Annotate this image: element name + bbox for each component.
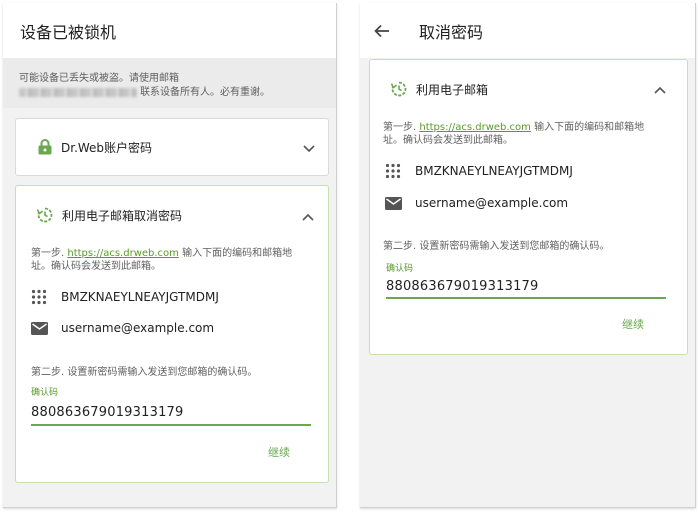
confirm-code-underline [31,424,311,426]
email-row: username@example.com [31,321,214,335]
keypad-icon [385,163,401,179]
empty-area [360,363,695,507]
lost-device-message: 可能设备已丢失或被盗。请使用邮箱 联系设备所有人。必有重谢。 [3,58,336,108]
acs-link[interactable]: https://acs.drweb.com [419,122,531,133]
email-card-label: 利用电子邮箱 [416,82,489,97]
continue-button[interactable]: 继续 [268,444,290,460]
email-card-header[interactable]: 利用电子邮箱取消密码 [16,186,328,244]
password-card[interactable]: Dr.Web账户密码 [15,118,329,176]
step-one-text: 第一步. https://acs.drweb.com 输入下面的编码和邮箱地 址… [31,247,321,273]
confirm-code-label: 确认码 [31,388,59,398]
mail-icon [385,196,402,210]
keypad-icon [31,289,47,305]
step-one-line-2: 址。确认码会发送到此邮箱。 [31,261,161,272]
lock-icon [38,139,52,155]
left-screen: 设备已被锁机 可能设备已丢失或被盗。请使用邮箱 联系设备所有人。必有重谢。 Dr… [3,3,337,508]
redacted-email [19,87,137,97]
step-one-line-2: 址。确认码会发送到此邮箱。 [383,135,513,146]
step-one-text: 第一步. https://acs.drweb.com 输入下面的编码和邮箱地 址… [383,121,678,147]
chevron-down-icon[interactable] [303,145,315,153]
code-row: BMZKNAEYLNEAYJGTMDMJ [31,289,219,305]
app-bar: 设备已被锁机 [3,3,336,58]
continue-button[interactable]: 继续 [622,316,644,332]
chevron-up-icon[interactable] [654,86,666,94]
page-title: 取消密码 [419,22,484,42]
mail-icon [31,321,48,335]
email-address: username@example.com [61,321,215,335]
code-row: BMZKNAEYLNEAYJGTMDMJ [385,163,573,179]
email-address: username@example.com [415,196,569,210]
confirm-code-input[interactable]: 880863679019313179 [31,405,183,420]
confirm-code-underline [386,297,666,299]
step-one-prefix: 第一步. [31,248,65,259]
step-one-suffix: 输入下面的编码和邮箱地 [534,122,645,133]
arrow-back-icon[interactable] [374,23,390,39]
right-screen: 取消密码 利用电子邮箱 第一步. https://acs.drweb.com 输… [360,3,696,508]
confirm-code-label: 确认码 [386,264,414,274]
reset-icon [36,207,53,223]
step-two-text: 第二步. 设置新密码需输入发送到您邮箱的确认码。 [383,241,610,252]
confirm-code-input[interactable]: 880863679019313179 [386,279,538,294]
email-row: username@example.com [385,196,568,210]
email-card-header[interactable]: 利用电子邮箱 [370,60,687,118]
password-card-label: Dr.Web账户密码 [61,140,153,155]
step-one-suffix: 输入下面的编码和邮箱地 [182,248,293,259]
app-bar: 取消密码 [360,3,695,58]
warning-line-2: 联系设备所有人。必有重谢。 [140,87,270,98]
unlock-code: BMZKNAEYLNEAYJGTMDMJ [61,290,219,304]
email-card-label: 利用电子邮箱取消密码 [62,208,183,223]
step-two-text: 第二步. 设置新密码需输入发送到您邮箱的确认码。 [31,367,258,378]
acs-link[interactable]: https://acs.drweb.com [67,248,179,259]
unlock-code: BMZKNAEYLNEAYJGTMDMJ [415,164,573,178]
warning-line-1: 可能设备已丢失或被盗。请使用邮箱 [19,73,179,84]
password-card-header[interactable]: Dr.Web账户密码 [16,119,328,175]
reset-icon [390,81,407,97]
page-title: 设备已被锁机 [20,22,117,42]
email-reset-card: 利用电子邮箱 第一步. https://acs.drweb.com 输入下面的编… [369,59,688,355]
chevron-up-icon[interactable] [302,213,314,221]
email-reset-card: 利用电子邮箱取消密码 第一步. https://acs.drweb.com 输入… [15,185,329,483]
step-one-prefix: 第一步. [383,122,417,133]
